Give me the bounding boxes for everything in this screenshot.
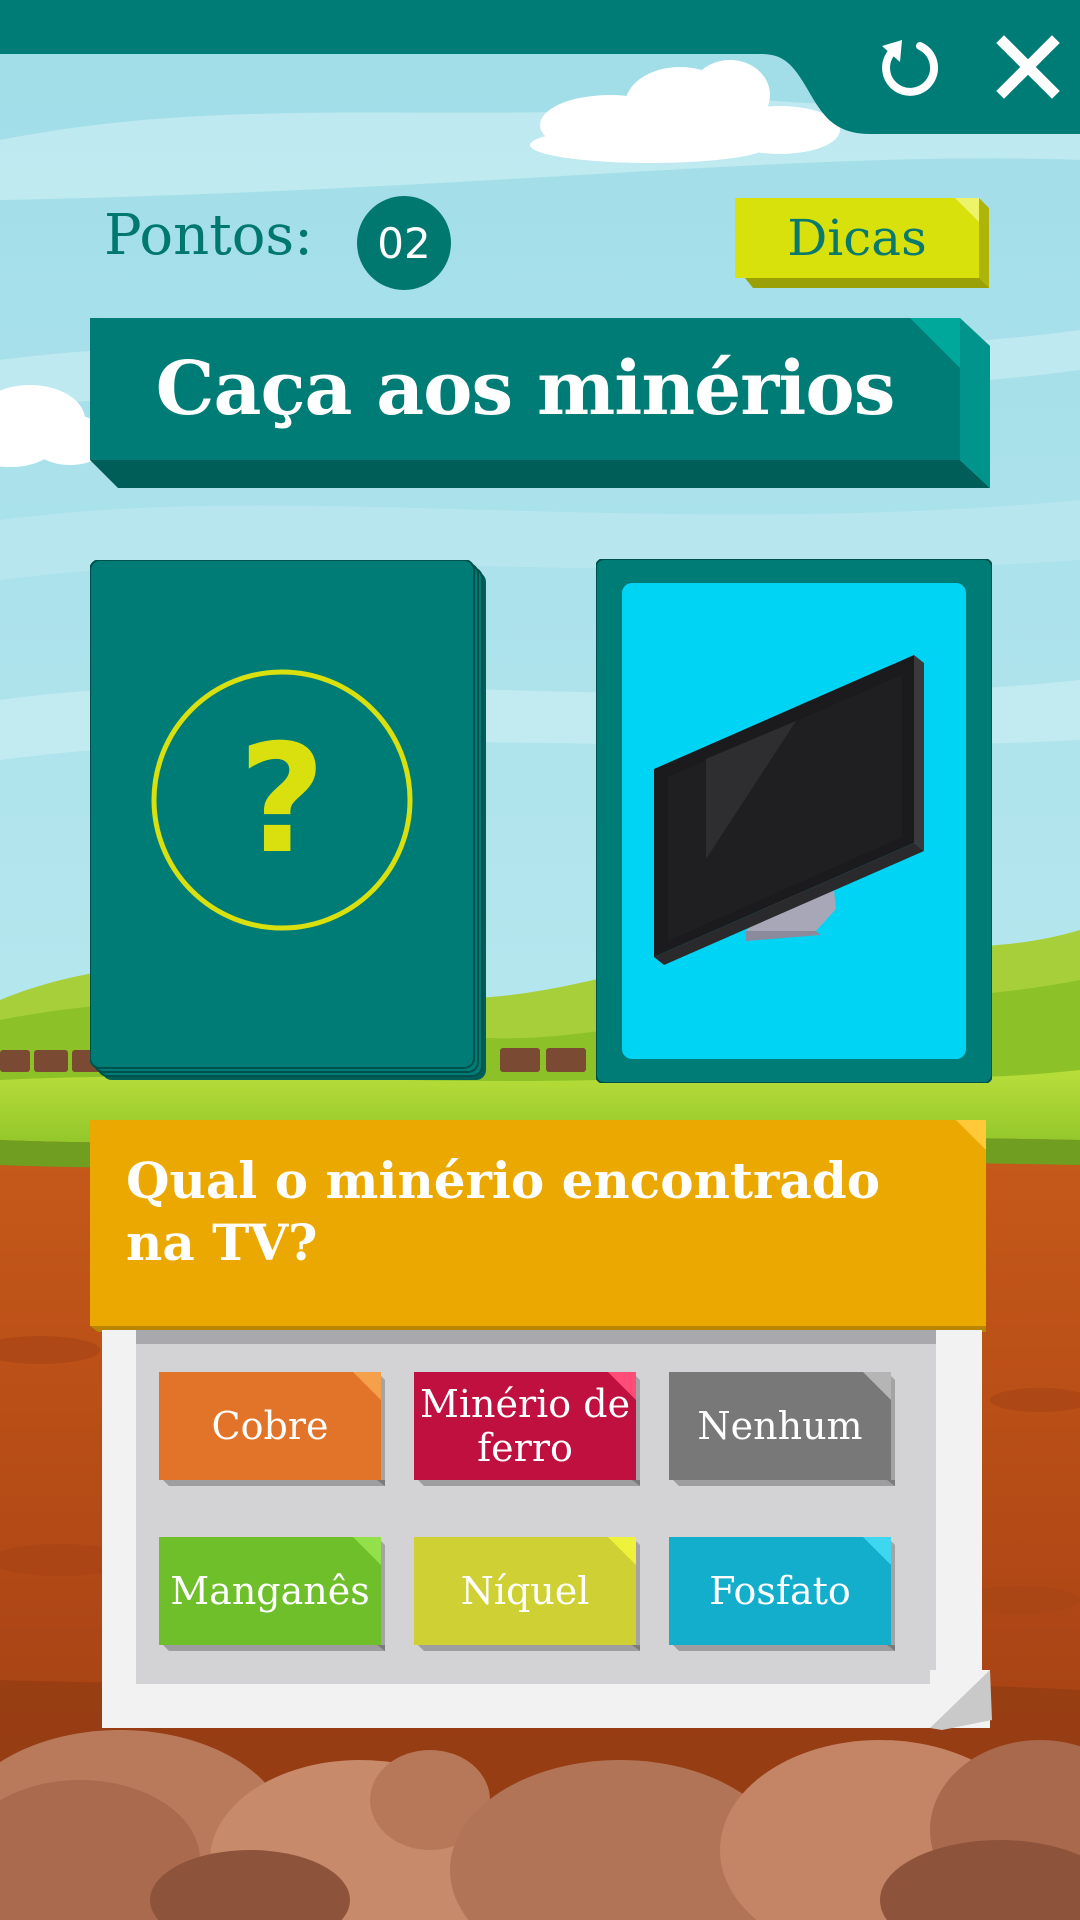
title-banner: Caça aos minérios — [90, 318, 990, 488]
card-deck[interactable]: ? — [90, 560, 490, 1084]
answer-label: Fosfato — [709, 1569, 851, 1613]
score-value: 02 — [357, 196, 451, 290]
answer-label: Nenhum — [697, 1404, 863, 1448]
question-mark-icon: ? — [238, 713, 326, 887]
answer-button-minerio-de-ferro[interactable]: Minério de ferro — [414, 1372, 640, 1486]
hints-button[interactable]: Dicas — [735, 198, 989, 288]
answer-button-niquel[interactable]: Níquel — [414, 1537, 640, 1651]
answer-button-fosfato[interactable]: Fosfato — [669, 1537, 895, 1651]
page-title: Caça aos minérios — [155, 346, 896, 432]
item-card — [596, 559, 992, 1083]
answer-label: Níquel — [460, 1569, 590, 1613]
close-button[interactable] — [983, 22, 1073, 112]
answer-label: Cobre — [211, 1404, 329, 1448]
answer-button-cobre[interactable]: Cobre — [159, 1372, 385, 1486]
question-panel: Qual o minério encontrado na TV? — [90, 1120, 990, 1340]
answer-button-nenhum[interactable]: Nenhum — [669, 1372, 895, 1486]
question-text: Qual o minério encontrado na TV? — [126, 1151, 881, 1272]
restart-icon — [882, 40, 939, 96]
answer-label: Minério de ferro — [419, 1382, 631, 1470]
restart-button[interactable] — [862, 22, 952, 112]
score-label: Pontos: — [104, 203, 314, 268]
answer-label: Manganês — [170, 1569, 370, 1613]
item-card-shape — [596, 559, 992, 1083]
answer-button-manganes[interactable]: Manganês — [159, 1537, 385, 1651]
close-icon — [996, 35, 1060, 99]
hints-label: Dicas — [787, 209, 927, 267]
